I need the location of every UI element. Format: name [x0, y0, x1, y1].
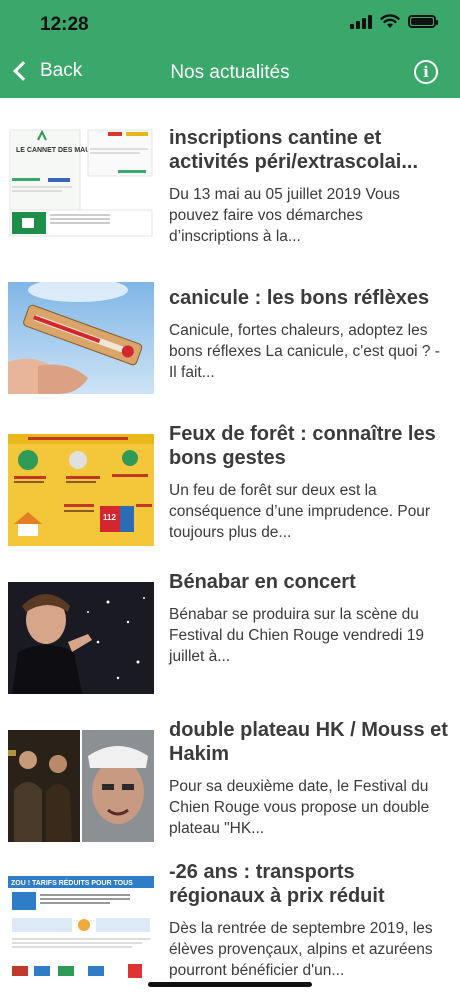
info-circle-icon[interactable]: i [414, 60, 438, 84]
wifi-icon [380, 14, 400, 28]
news-item-title: -26 ans : transports régionaux à prix ré… [169, 861, 385, 907]
news-thumbnail: ZOU ! TARIFS RÉDUITS POUR TOUS [8, 876, 154, 988]
news-feed[interactable]: LE CANNET DES MAURES inscriptions cantin… [0, 98, 460, 988]
page-title: Nos actualités [170, 62, 290, 83]
news-item-title: double plateau HK / Mouss et Hakim [169, 719, 448, 765]
status-icons [350, 14, 438, 29]
news-item[interactable]: LE CANNET DES MAURES inscriptions cantin… [0, 98, 460, 246]
thumb-banner-text: ZOU ! TARIFS RÉDUITS POUR TOUS [11, 878, 133, 887]
battery-icon [408, 15, 438, 28]
news-item-excerpt: Canicule, fortes chaleurs, adoptez les b… [169, 322, 440, 381]
news-thumbnail [8, 582, 154, 694]
svg-text:112: 112 [103, 513, 116, 522]
news-item-title: Bénabar en concert [169, 571, 356, 593]
news-item-title: Feux de forêt : connaître les bons geste… [169, 423, 436, 469]
news-thumbnail [8, 282, 154, 394]
news-item[interactable]: canicule : les bons réflèxes Canicule, f… [0, 246, 460, 394]
news-item-excerpt: Pour sa deuxième date, le Festival du Ch… [169, 778, 430, 837]
news-item-excerpt: Un feu de forêt sur deux est la conséque… [169, 482, 431, 541]
news-item[interactable]: double plateau HK / Mouss et Hakim Pour … [0, 690, 460, 842]
news-item-title: canicule : les bons réflèxes [169, 287, 430, 309]
news-item-excerpt: Dès la rentrée de septembre 2019, les él… [169, 920, 433, 979]
news-item-excerpt: Bénabar se produira sur la scène du Fest… [169, 606, 425, 665]
navigation-bar: Back Nos actualités i [0, 48, 460, 98]
news-item[interactable]: 112 Feux de forêt : connaître les bons g… [0, 394, 460, 546]
news-thumbnail: LE CANNET DES MAURES [8, 126, 154, 238]
status-bar: 12:28 [0, 0, 460, 48]
home-indicator[interactable] [148, 982, 312, 987]
news-thumbnail [8, 730, 154, 842]
news-thumbnail: 112 [8, 434, 154, 546]
news-item-excerpt: Du 13 mai au 05 juillet 2019 Vous pouvez… [169, 186, 400, 245]
news-item[interactable]: ZOU ! TARIFS RÉDUITS POUR TOUS -26 ans :… [0, 838, 460, 988]
news-item-title: inscriptions cantine et activités péri/e… [169, 127, 419, 173]
status-time: 12:28 [40, 14, 89, 35]
news-item[interactable]: Bénabar en concert Bénabar se produira s… [0, 542, 460, 694]
cellular-signal-icon [350, 14, 372, 29]
